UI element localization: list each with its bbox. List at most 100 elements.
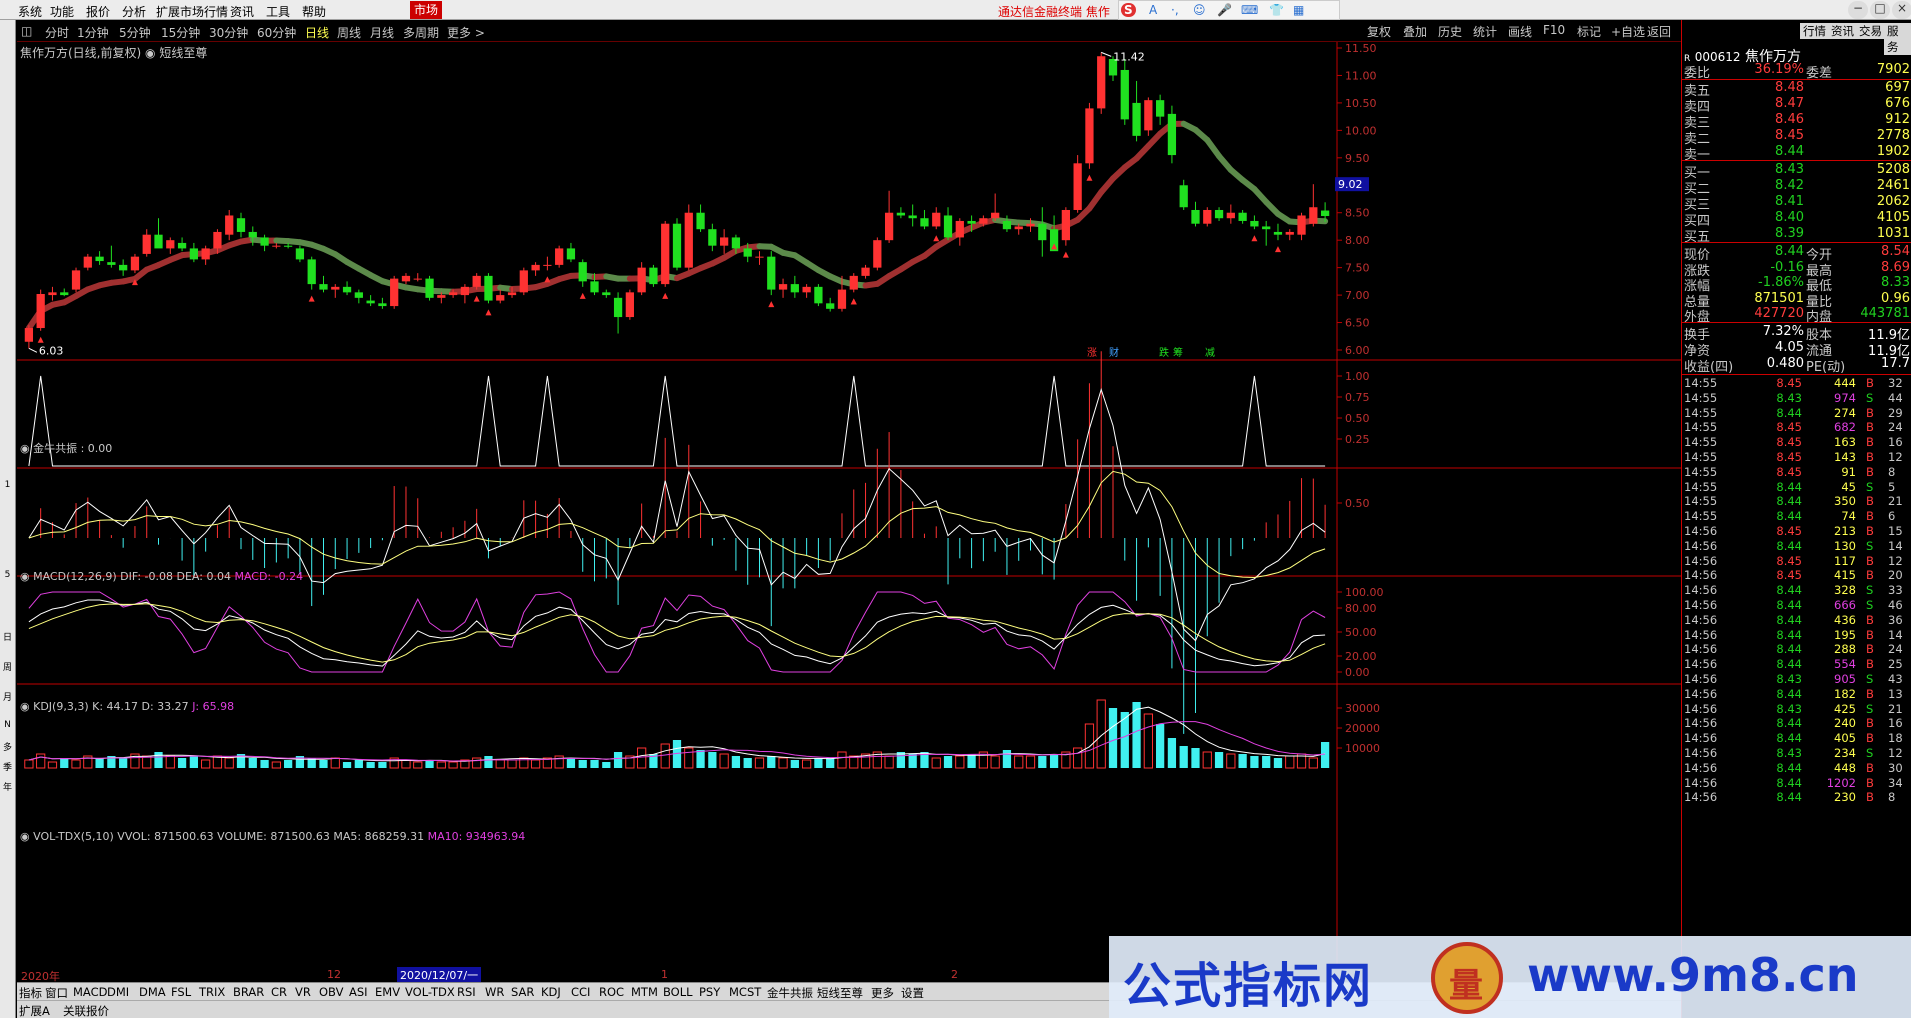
panel-toggle-icon[interactable]: ◉ bbox=[20, 442, 33, 455]
left-tool-n[interactable]: N bbox=[1, 720, 14, 730]
tab-weekly[interactable]: 周线 bbox=[337, 24, 361, 41]
menu-item-function[interactable]: 功能 bbox=[50, 3, 74, 20]
indicator-tab[interactable]: OBV bbox=[319, 985, 343, 999]
panel-toggle-icon[interactable]: ◉ bbox=[20, 700, 33, 713]
left-tool-week[interactable]: 周 bbox=[1, 660, 14, 673]
keyboard-icon[interactable]: ⌨ bbox=[1241, 3, 1258, 17]
indicator-tab[interactable]: 窗口 bbox=[45, 985, 68, 1001]
menu-item-news[interactable]: 资讯 bbox=[230, 3, 254, 20]
indicator-tab[interactable]: 更多 bbox=[871, 985, 894, 1001]
microphone-icon[interactable]: 🎤 bbox=[1217, 3, 1232, 17]
font-icon[interactable]: A bbox=[1149, 3, 1157, 17]
tick-count: 13 bbox=[1888, 686, 1903, 701]
left-tool-day[interactable]: 日 bbox=[1, 630, 14, 643]
menu-item-quote[interactable]: 报价 bbox=[86, 3, 110, 20]
indicator-tab[interactable]: PSY bbox=[699, 985, 720, 999]
indicator-name[interactable]: 短线至尊 bbox=[159, 46, 207, 60]
restore-rights-button[interactable]: 复权 bbox=[1367, 23, 1391, 40]
sogou-logo-icon[interactable]: S bbox=[1121, 3, 1136, 17]
tab-5min[interactable]: 5分钟 bbox=[119, 24, 151, 41]
left-tool-multi[interactable]: 多 bbox=[1, 740, 14, 753]
toolbox-icon[interactable]: ▦ bbox=[1293, 3, 1304, 17]
add-favorite-button[interactable]: +自选 bbox=[1611, 23, 1645, 40]
mark-button[interactable]: 标记 bbox=[1577, 23, 1601, 40]
indicator-tab[interactable]: EMV bbox=[375, 985, 400, 999]
indicator-tab[interactable]: ROC bbox=[599, 985, 624, 999]
f10-button[interactable]: F10 bbox=[1543, 23, 1565, 37]
macd-label[interactable]: MACD(12,26,9) DIF: -0.08 DEA: 0.04 bbox=[33, 570, 231, 583]
tab-30min[interactable]: 30分钟 bbox=[209, 24, 248, 41]
jinniu-label[interactable]: 金牛共振 : 0.00 bbox=[33, 442, 112, 455]
candle-body bbox=[284, 245, 293, 247]
chart-area[interactable]: 11.5011.0010.5010.009.509.008.508.007.50… bbox=[17, 42, 1681, 990]
tab-related-quote[interactable]: 关联报价 bbox=[63, 1003, 109, 1018]
indicator-tab[interactable]: BOLL bbox=[663, 985, 693, 999]
left-tool-1min[interactable]: 1 bbox=[1, 480, 14, 490]
indicator-tab[interactable]: MACD bbox=[73, 985, 107, 999]
panel-toggle-icon[interactable]: ◉ bbox=[20, 570, 33, 583]
indicator-tab[interactable]: SAR bbox=[511, 985, 534, 999]
indicator-tab[interactable]: DMA bbox=[139, 985, 166, 999]
indicator-tab[interactable]: VR bbox=[295, 985, 311, 999]
maximize-icon[interactable]: □ bbox=[1870, 1, 1890, 19]
minimize-icon[interactable]: − bbox=[1848, 1, 1868, 19]
indicator-tab[interactable]: 设置 bbox=[901, 985, 924, 1001]
chart-canvas[interactable]: 11.5011.0010.5010.009.509.008.508.007.50… bbox=[17, 42, 1681, 966]
tab-daily[interactable]: 日线 bbox=[305, 24, 329, 41]
tab-timeshare[interactable]: 分时 bbox=[45, 24, 69, 41]
menu-item-system[interactable]: 系统 bbox=[18, 3, 42, 20]
tab-quotes[interactable]: 行情 bbox=[1800, 23, 1829, 39]
back-button[interactable]: 返回 bbox=[1647, 23, 1671, 40]
left-tool-quarter[interactable]: 季 bbox=[1, 760, 14, 773]
bid-price: 8.41 bbox=[1775, 194, 1804, 209]
menu-toggle-icon[interactable]: ◫ bbox=[21, 24, 32, 38]
indicator-toggle-icon[interactable]: ◉ bbox=[145, 46, 155, 60]
menu-item-analysis[interactable]: 分析 bbox=[122, 3, 146, 20]
indicator-tab[interactable]: 短线至尊 bbox=[817, 985, 863, 1001]
punctuation-icon[interactable]: ·, bbox=[1171, 3, 1179, 17]
indicator-tab[interactable]: 指标 bbox=[19, 985, 42, 1001]
tab-trade[interactable]: 交易 bbox=[1856, 23, 1885, 39]
tab-1min[interactable]: 1分钟 bbox=[77, 24, 109, 41]
tab-15min[interactable]: 15分钟 bbox=[161, 24, 200, 41]
overlay-button[interactable]: 叠加 bbox=[1403, 23, 1427, 40]
tab-monthly[interactable]: 月线 bbox=[370, 24, 394, 41]
tab-more[interactable]: 更多 > bbox=[447, 24, 485, 41]
indicator-tab[interactable]: DMI bbox=[107, 985, 129, 999]
indicator-tab[interactable]: VOL-TDX bbox=[405, 985, 455, 999]
indicator-tab[interactable]: KDJ bbox=[541, 985, 561, 999]
panel-toggle-icon[interactable]: ◉ bbox=[20, 830, 33, 843]
statistics-button[interactable]: 统计 bbox=[1473, 23, 1497, 40]
tab-news[interactable]: 资讯 bbox=[1828, 23, 1857, 39]
menu-item-tools[interactable]: 工具 bbox=[266, 3, 290, 20]
indicator-tab[interactable]: FSL bbox=[171, 985, 191, 999]
tab-60min[interactable]: 60分钟 bbox=[257, 24, 296, 41]
menu-item-help[interactable]: 帮助 bbox=[302, 3, 326, 20]
history-button[interactable]: 历史 bbox=[1438, 23, 1462, 40]
left-tool-month[interactable]: 月 bbox=[1, 690, 14, 703]
indicator-tab[interactable]: RSI bbox=[457, 985, 476, 999]
kdj-label[interactable]: KDJ(9,3,3) K: 44.17 D: 33.27 bbox=[33, 700, 189, 713]
left-tool-5min[interactable]: 5 bbox=[1, 570, 14, 580]
close-icon[interactable]: × bbox=[1892, 1, 1911, 19]
indicator-tab[interactable]: 金牛共振 bbox=[767, 985, 813, 1001]
indicator-tab[interactable]: TRIX bbox=[199, 985, 225, 999]
menu-item-market[interactable]: 市场 bbox=[410, 1, 443, 19]
candle-body bbox=[378, 303, 387, 307]
indicator-tab[interactable]: WR bbox=[485, 985, 504, 999]
draw-line-button[interactable]: 画线 bbox=[1508, 23, 1532, 40]
menu-item-ext-market[interactable]: 扩展市场行情 bbox=[156, 3, 228, 20]
indicator-tab[interactable]: MCST bbox=[729, 985, 761, 999]
skin-icon[interactable]: 👕 bbox=[1269, 3, 1284, 17]
tab-service[interactable]: 服务 bbox=[1884, 23, 1911, 55]
indicator-tab[interactable]: BRAR bbox=[233, 985, 264, 999]
indicator-tab[interactable]: CR bbox=[271, 985, 287, 999]
tab-multi-period[interactable]: 多周期 bbox=[403, 24, 439, 41]
tab-ext-a[interactable]: 扩展A bbox=[19, 1003, 50, 1018]
indicator-tab[interactable]: CCI bbox=[571, 985, 590, 999]
left-tool-year[interactable]: 年 bbox=[1, 780, 14, 793]
indicator-tab[interactable]: ASI bbox=[349, 985, 368, 999]
indicator-tab[interactable]: MTM bbox=[631, 985, 658, 999]
vol-label[interactable]: VOL-TDX(5,10) VVOL: 871500.63 VOLUME: 87… bbox=[33, 830, 424, 843]
emoji-icon[interactable]: ☺ bbox=[1193, 3, 1206, 17]
